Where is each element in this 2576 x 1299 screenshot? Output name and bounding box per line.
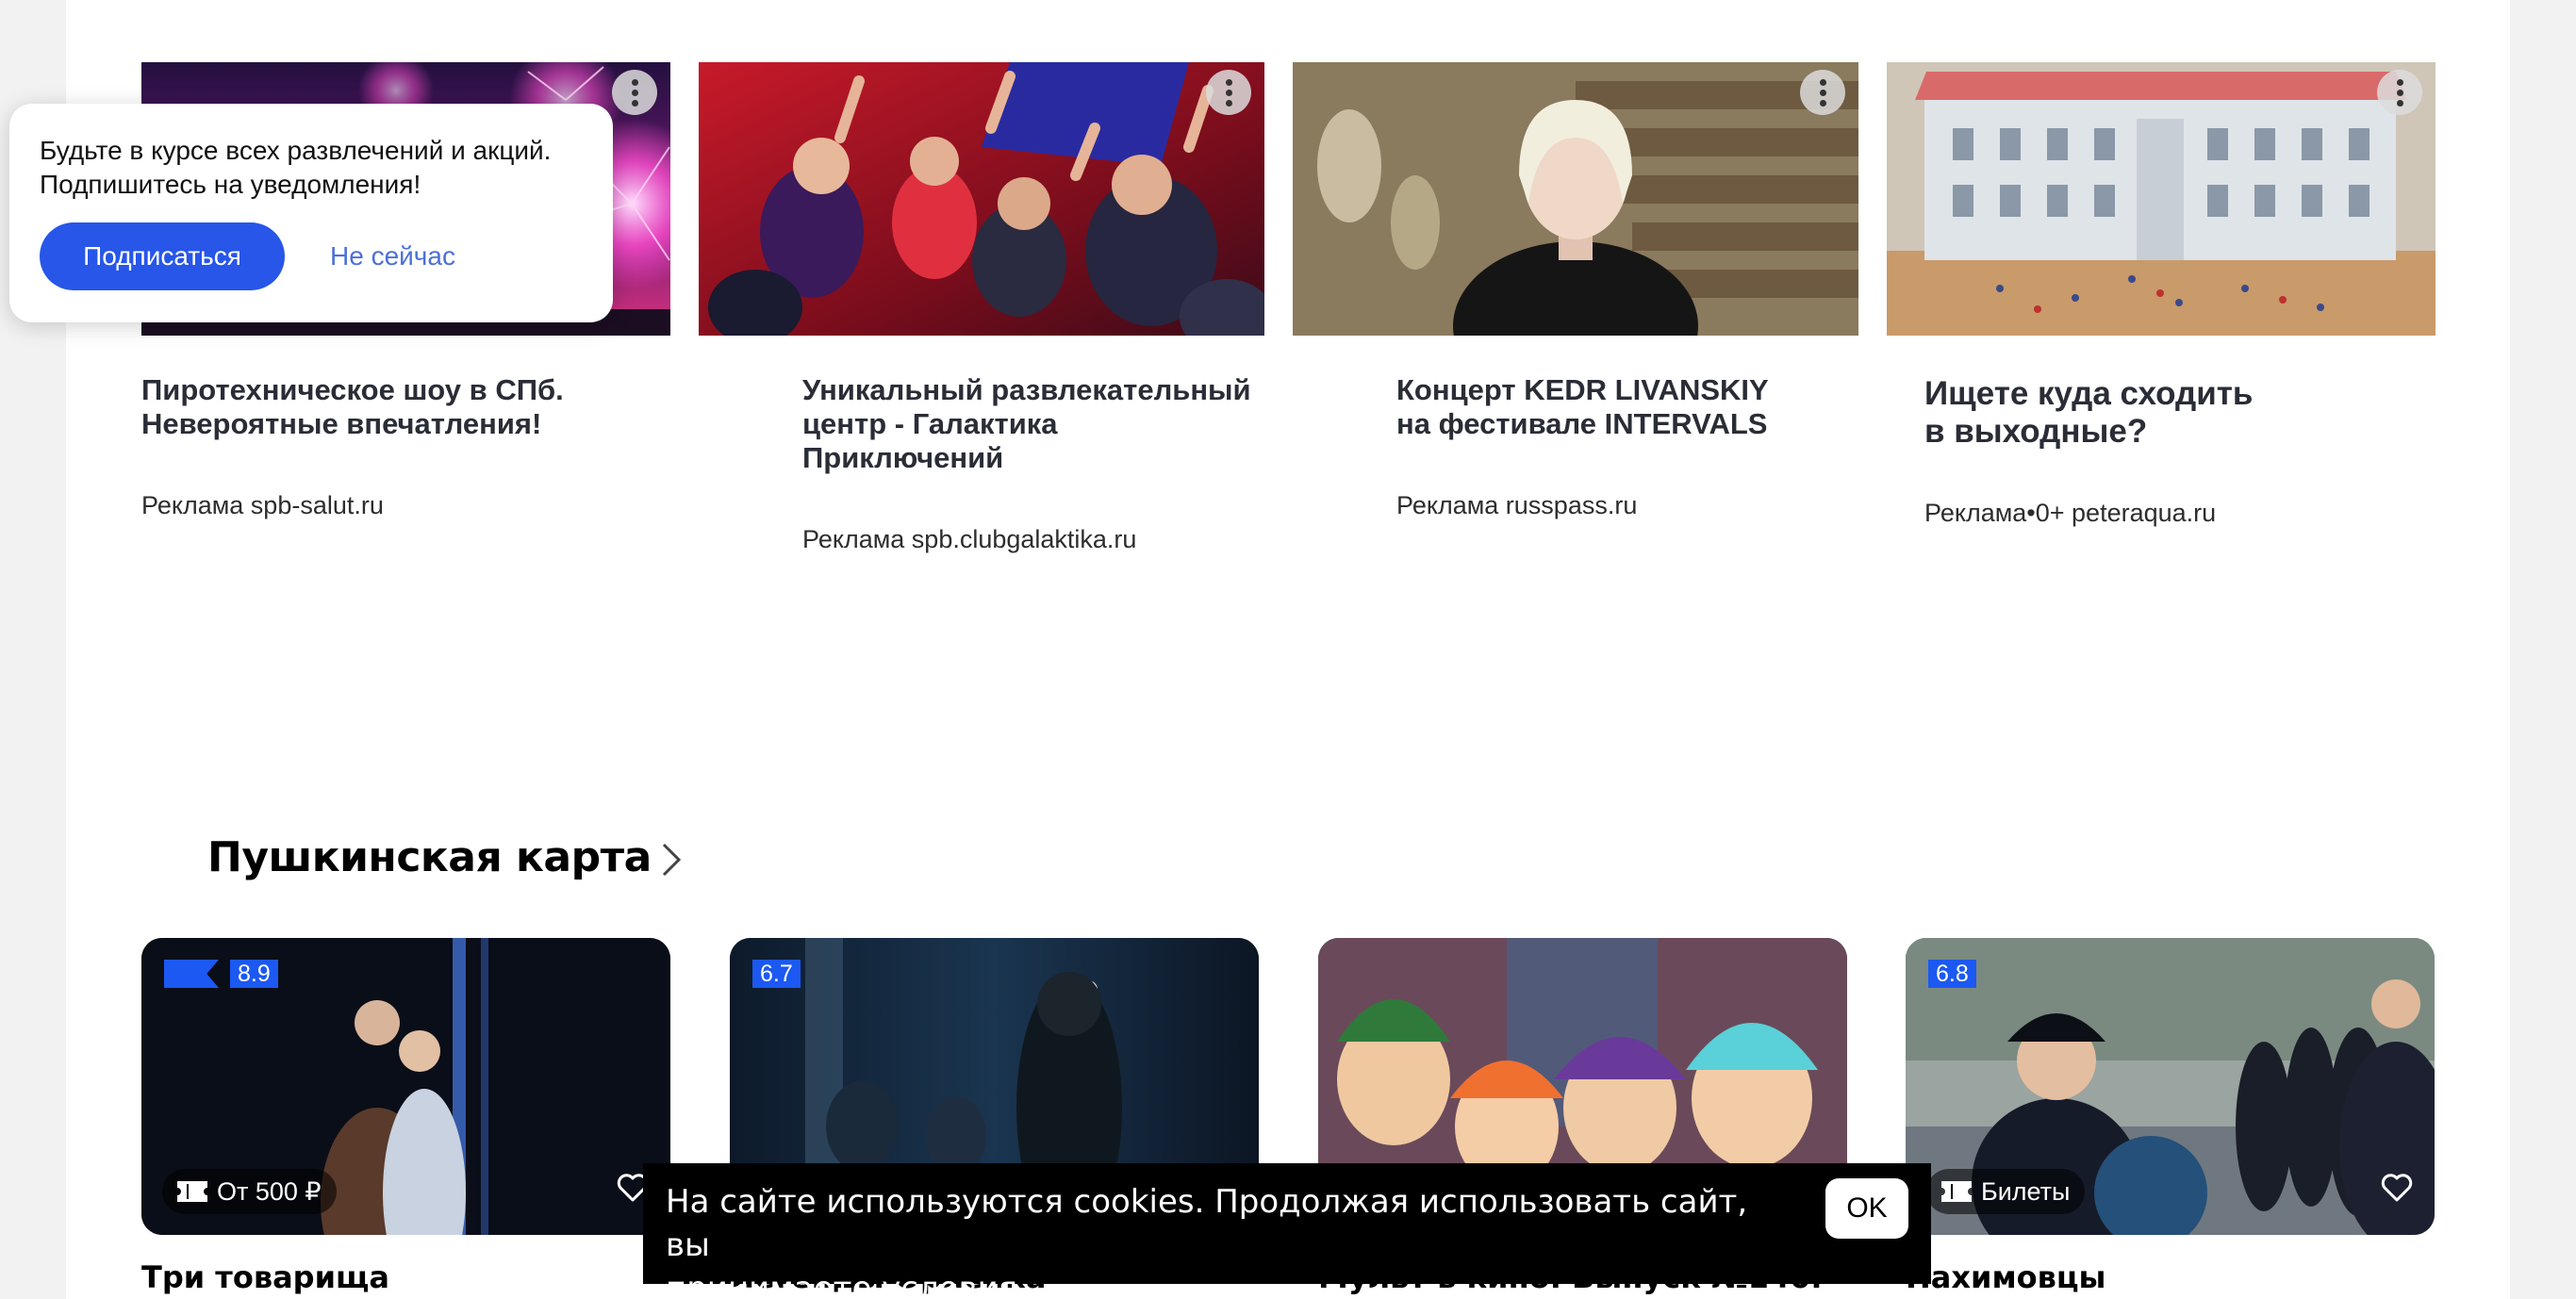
ad-title: Уникальный развлекательный центр - Галак… [802,373,1330,475]
ad-source[interactable]: Реклама spb.clubgalaktika.ru [802,524,1136,554]
tickets-chip-label: Билеты [1981,1176,2071,1206]
ad-card-concert[interactable]: Концерт KEDR LIVANSKIY на фестивале INTE… [1293,62,1858,519]
cookie-text-prefix: принимаете [666,1270,872,1299]
movie-title[interactable]: Нахимовцы [1906,1258,2105,1296]
tickets-chip[interactable]: Билеты [1926,1169,2086,1214]
rating-badge: 8.9 [230,960,278,988]
ad-title-line: Приключений [802,441,1004,474]
movie-title[interactable]: Три товарища [141,1258,389,1296]
more-options-icon[interactable] [612,70,657,115]
ad-title: Концерт KEDR LIVANSKIY на фестивале INTE… [1396,373,1924,441]
movie-poster[interactable]: 8.9 От 500 ₽ [141,938,670,1235]
cookie-banner: На сайте используются cookies. Продолжая… [643,1163,1931,1299]
cookie-text: На сайте используются cookies. Продолжая… [666,1180,1750,1299]
rating-badge: 6.8 [1928,960,1976,988]
ad-card-galaktika[interactable]: Уникальный развлекательный центр - Галак… [699,62,1264,553]
ad-title-line: Пиротехническое шоу в СПб. [141,373,564,406]
cookie-ok-button[interactable]: OK [1825,1178,1908,1239]
not-now-button[interactable]: Не сейчас [330,222,455,290]
cookie-text-line: На сайте используются cookies. Продолжая… [666,1183,1748,1264]
ad-title-line: в выходные? [1924,413,2148,450]
movie-card[interactable]: 8.9 От 500 ₽ Три товарища [141,938,670,1295]
concert-artist-image[interactable] [1293,62,1858,336]
ad-title-line: Уникальный развлекательный [802,373,1251,406]
movie-card[interactable]: 6.8 Билеты Нахимовцы [1906,938,2435,1295]
more-options-icon[interactable] [1206,70,1251,115]
notification-text-line: Подпишитесь на уведомления! [40,170,421,199]
ad-source[interactable]: Реклама spb-salut.ru [141,490,384,520]
more-options-icon[interactable] [1800,70,1845,115]
section-title[interactable]: Пушкинская карта [207,831,652,884]
ad-title-line: центр - Галактика [802,407,1058,440]
ad-title-line: на фестивале INTERVALS [1396,407,1768,440]
ad-title-line: Концерт KEDR LIVANSKIY [1396,373,1769,406]
ad-source[interactable]: Реклама•0+ peteraqua.ru [1924,498,2216,528]
ticket-icon [1941,1181,1972,1202]
ticket-icon [177,1181,207,1202]
movie-poster[interactable]: 6.8 Билеты [1906,938,2435,1235]
rating-badge: 6.7 [752,960,801,988]
ad-title: Пиротехническое шоу в СПб. Невероятные в… [141,373,669,441]
cookie-text-line: принимаете условия [666,1267,1750,1299]
cookie-terms-link[interactable]: условия [882,1270,1017,1299]
tickets-chip-label: От 500 ₽ [217,1176,322,1206]
chevron-right-icon[interactable] [652,841,690,879]
notification-popup: Будьте в курсе всех развлечений и акций.… [9,104,613,322]
ad-card-peteraqua[interactable]: Ищете куда сходить в выходные? Реклама•0… [1887,62,2436,527]
ad-title-line: Невероятные впечатления! [141,407,542,440]
subscribe-button[interactable]: Подписаться [40,222,285,290]
notification-text-line: Будьте в курсе всех развлечений и акций. [40,136,552,165]
ad-title-line: Ищете куда сходить [1924,375,2254,412]
notification-text: Будьте в курсе всех развлечений и акций.… [40,134,605,202]
children-party-image[interactable] [699,62,1264,336]
tickets-chip[interactable]: От 500 ₽ [162,1169,337,1214]
ad-title: Ищете куда сходить в выходные? [1924,375,2452,451]
ad-source[interactable]: Реклама russpass.ru [1396,490,1637,520]
more-options-icon[interactable] [2377,70,2422,115]
heart-icon[interactable] [2380,1171,2414,1205]
palace-model-image[interactable] [1887,62,2436,336]
